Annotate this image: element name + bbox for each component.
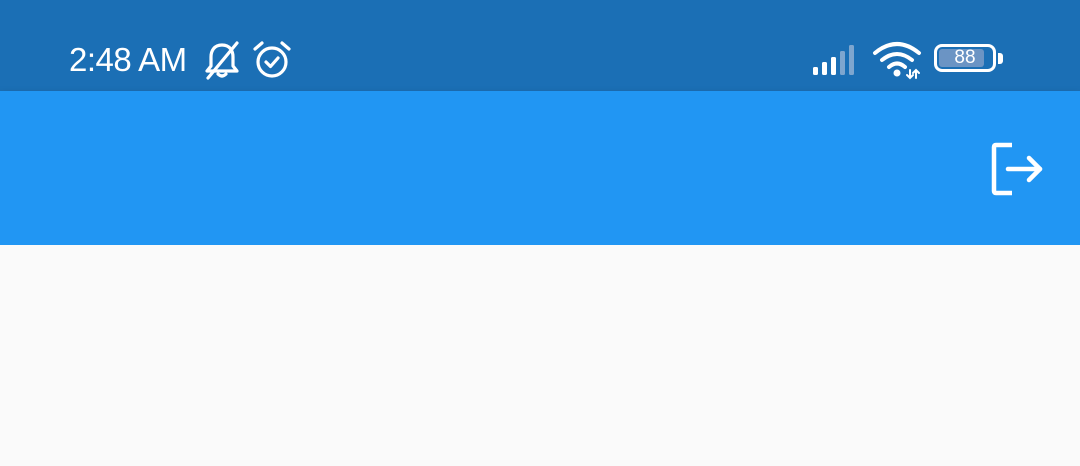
battery-icon: 88 — [934, 44, 1003, 74]
battery-tip — [998, 53, 1003, 64]
status-bar: 2:48 AM 88 — [0, 0, 1080, 91]
signal-icon — [813, 45, 854, 75]
status-time: 2:48 AM — [69, 41, 187, 78]
logout-icon — [991, 142, 1043, 196]
alarm-icon — [253, 41, 291, 78]
bell-off-icon — [205, 41, 239, 80]
app-bar — [0, 91, 1080, 245]
battery-level: 88 — [954, 47, 976, 68]
wifi-icon — [873, 42, 921, 80]
content-area — [0, 245, 1080, 466]
logout-button[interactable] — [980, 131, 1056, 207]
